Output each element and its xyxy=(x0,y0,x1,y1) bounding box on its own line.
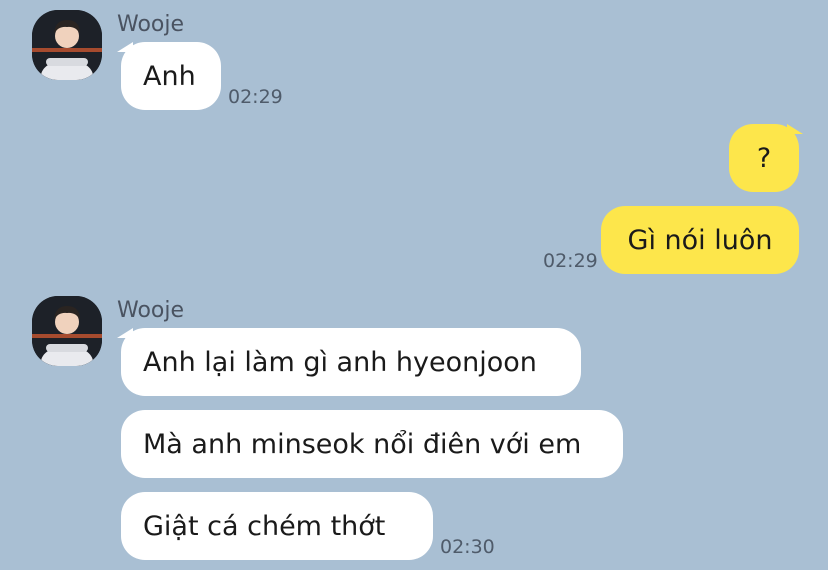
message-text: Gì nói luôn xyxy=(627,224,773,256)
sender-name: Wooje xyxy=(117,298,185,323)
message-bubble-incoming[interactable]: Anh lại làm gì anh hyeonjoon xyxy=(121,328,581,396)
bubble-tail xyxy=(787,124,803,134)
message-time: 02:29 xyxy=(228,86,283,108)
chat-area: Wooje Anh 02:29 ? Gì nói luôn 02:29 Wooj… xyxy=(0,0,828,570)
avatar[interactable] xyxy=(32,296,102,366)
message-bubble-outgoing[interactable]: Gì nói luôn xyxy=(601,206,799,274)
message-bubble-outgoing[interactable]: ? xyxy=(729,124,799,192)
message-text: Mà anh minseok nổi điên với em xyxy=(143,428,582,460)
message-text: Anh xyxy=(143,60,196,92)
message-text: Giật cá chém thớt xyxy=(143,510,386,542)
avatar[interactable] xyxy=(32,10,102,80)
sender-name: Wooje xyxy=(117,12,185,37)
message-time: 02:30 xyxy=(440,536,495,558)
message-bubble-incoming[interactable]: Giật cá chém thớt xyxy=(121,492,433,560)
message-time: 02:29 xyxy=(543,250,598,272)
message-text: Anh lại làm gì anh hyeonjoon xyxy=(143,346,537,378)
message-text: ? xyxy=(756,142,772,174)
message-bubble-incoming[interactable]: Anh xyxy=(121,42,221,110)
message-bubble-incoming[interactable]: Mà anh minseok nổi điên với em xyxy=(121,410,623,478)
